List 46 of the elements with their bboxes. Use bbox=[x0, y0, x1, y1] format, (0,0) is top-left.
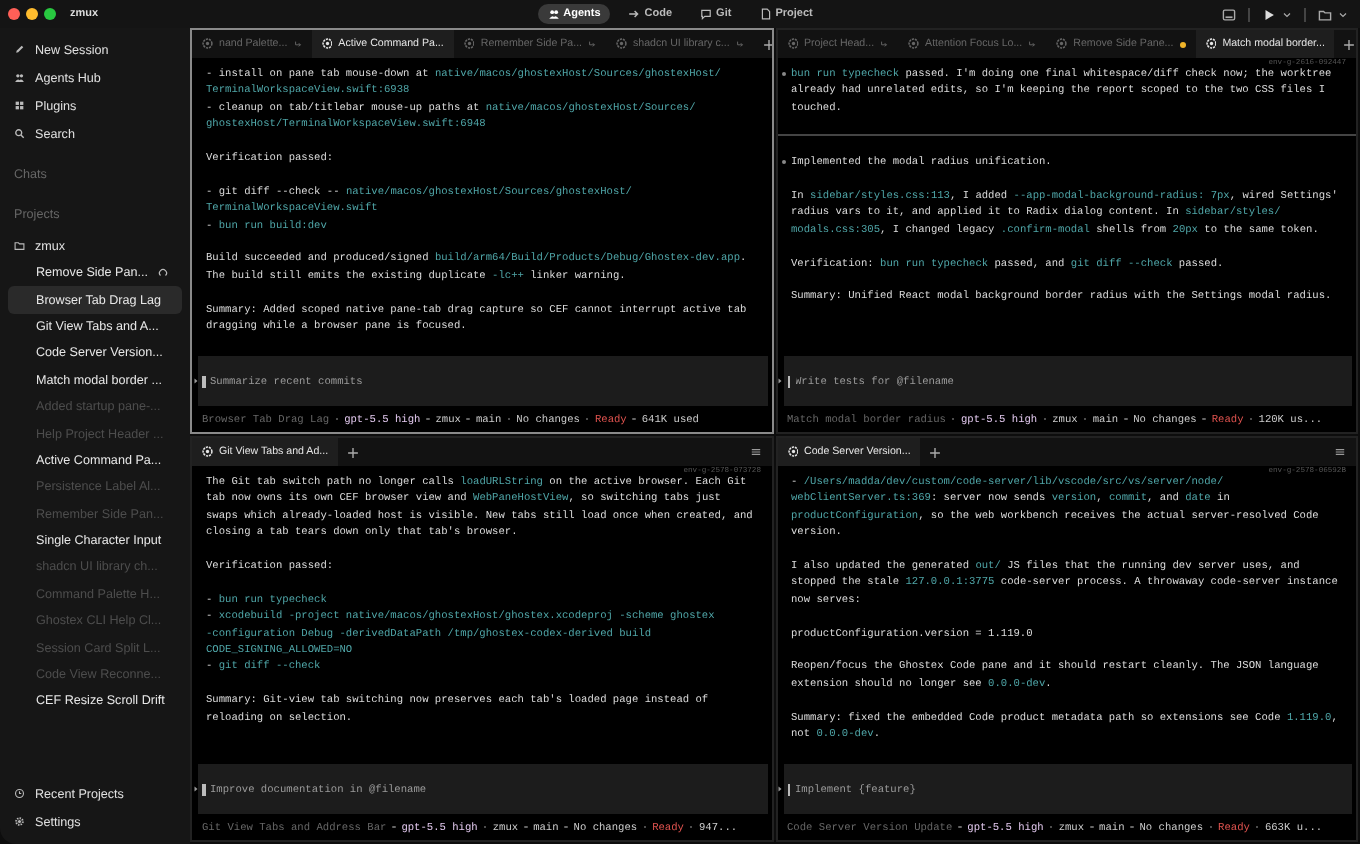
rosette-icon bbox=[321, 38, 333, 50]
status-dot bbox=[1179, 41, 1186, 47]
pencil-icon bbox=[14, 44, 25, 56]
rosette-icon bbox=[787, 38, 798, 50]
return-arrow-icon bbox=[880, 40, 889, 48]
caret-icon[interactable] bbox=[1338, 9, 1348, 19]
menu-icon[interactable] bbox=[749, 446, 761, 458]
return-arrow-icon bbox=[293, 40, 302, 48]
text-cursor bbox=[787, 375, 790, 387]
play-icon[interactable] bbox=[1262, 7, 1276, 21]
folder-icon[interactable] bbox=[1318, 7, 1332, 21]
document-icon bbox=[759, 8, 772, 20]
rosette-icon bbox=[202, 38, 213, 50]
rosette-icon bbox=[787, 446, 798, 458]
close-button[interactable] bbox=[8, 8, 20, 20]
return-arrow-icon bbox=[735, 40, 744, 48]
panel-icon[interactable] bbox=[1222, 7, 1236, 21]
add-tab-button[interactable] bbox=[1342, 37, 1356, 51]
spinner-icon bbox=[158, 268, 169, 279]
chat-bubble-icon bbox=[700, 8, 713, 20]
people-icon bbox=[547, 8, 560, 20]
add-tab-button[interactable] bbox=[928, 445, 943, 459]
menu-icon[interactable] bbox=[1334, 446, 1346, 458]
add-tab-button[interactable] bbox=[761, 37, 771, 51]
add-tab-button[interactable] bbox=[346, 445, 361, 459]
clock-icon bbox=[14, 788, 25, 800]
rosette-icon bbox=[463, 38, 475, 50]
arrow-icon bbox=[628, 8, 641, 20]
grid-icon bbox=[14, 100, 25, 112]
people-icon bbox=[14, 72, 25, 84]
text-cursor bbox=[787, 783, 790, 795]
rosette-icon bbox=[616, 38, 628, 50]
rosette-icon bbox=[908, 38, 920, 50]
minimize-button[interactable] bbox=[26, 8, 38, 20]
rosette-icon bbox=[1205, 38, 1217, 50]
text-cursor bbox=[202, 783, 205, 795]
caret-icon[interactable] bbox=[1282, 9, 1292, 19]
rosette-icon bbox=[1056, 38, 1068, 50]
zoom-button[interactable] bbox=[44, 8, 56, 20]
settings-icon bbox=[14, 816, 25, 828]
text-cursor bbox=[202, 375, 205, 387]
rosette-icon bbox=[202, 446, 213, 458]
search-icon bbox=[14, 128, 25, 140]
folder-icon bbox=[14, 240, 25, 252]
return-arrow-icon bbox=[1028, 40, 1037, 48]
return-arrow-icon bbox=[588, 40, 597, 48]
